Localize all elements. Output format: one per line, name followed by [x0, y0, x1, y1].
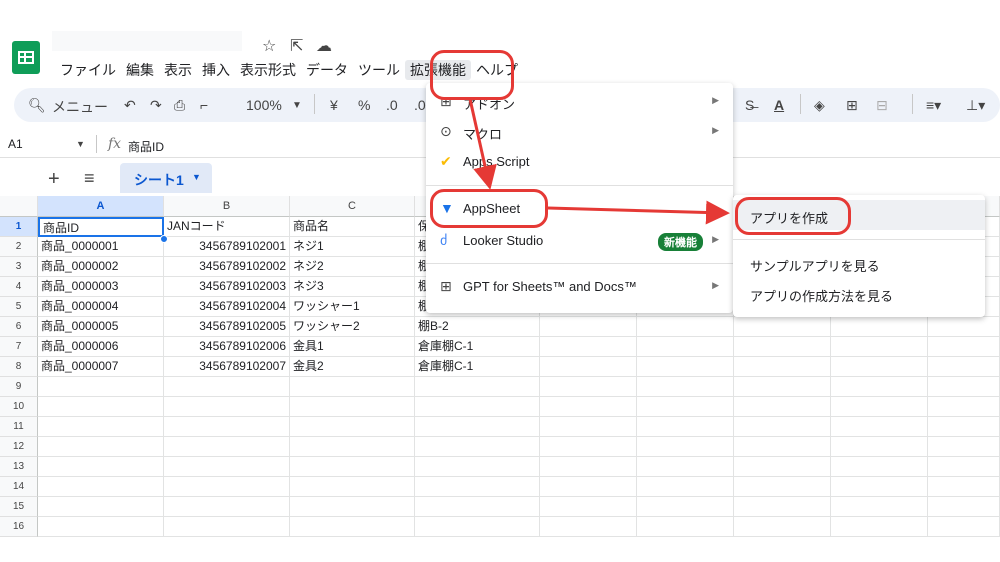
annotation-arrows	[468, 98, 730, 225]
